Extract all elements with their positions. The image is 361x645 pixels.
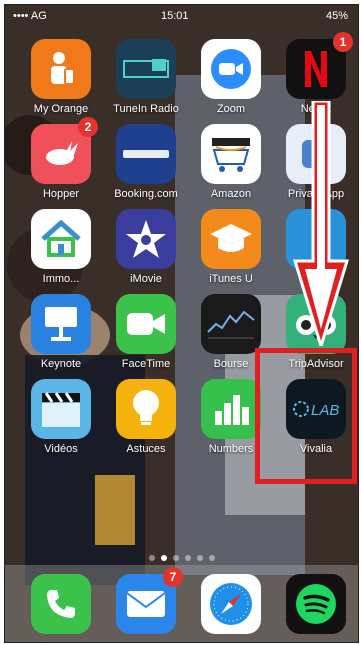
spotify-icon: [286, 574, 346, 634]
phone-screen: •••• AG 15:01 45% My Orange TuneIn Radio…: [4, 4, 359, 643]
amazon-cart-icon: [201, 124, 261, 184]
app-label: Astuces: [126, 443, 166, 455]
netflix-icon: 1: [286, 32, 353, 99]
lightbulb-icon: [116, 379, 176, 439]
imovie-star-icon: [116, 209, 176, 269]
safari-compass-icon: [201, 574, 261, 634]
dock-safari[interactable]: [190, 574, 272, 638]
page-dot: [172, 555, 179, 561]
app-label: Zoom: [216, 103, 246, 115]
phone-icon: [31, 574, 91, 634]
numbers-chart-icon: [201, 379, 261, 439]
facetime-icon: [116, 294, 176, 354]
annotation-arrow-icon: [292, 101, 350, 346]
app-label: iTunes U: [209, 273, 253, 285]
app-label: Amazon: [210, 188, 252, 200]
page-dot-active: [160, 555, 167, 561]
app-label: TuneIn Radio: [113, 103, 179, 115]
app-label: My Orange: [33, 103, 89, 115]
app-itunes-u[interactable]: iTunes U: [190, 209, 272, 301]
page-dot: [148, 555, 155, 561]
app-hopper[interactable]: 2 Hopper: [20, 117, 102, 216]
dock: 7: [5, 565, 358, 642]
app-keynote[interactable]: Keynote: [20, 294, 102, 386]
mail-icon: 7: [116, 567, 183, 634]
zoom-camera-icon: [201, 39, 261, 99]
app-immo[interactable]: Immo...: [20, 209, 102, 301]
dock-phone[interactable]: [20, 574, 102, 638]
app-booking[interactable]: Booking.com: [105, 124, 187, 216]
notification-badge: 1: [333, 32, 353, 52]
notification-badge: 2: [78, 117, 98, 137]
app-label: Hopper: [42, 188, 80, 200]
page-dot: [196, 555, 203, 561]
page-dot: [208, 555, 215, 561]
orange-person-icon: [31, 39, 91, 99]
annotation-highlight-box: [255, 348, 357, 484]
app-label: FaceTime: [121, 358, 171, 370]
dock-mail[interactable]: 7: [105, 567, 187, 638]
app-label: Immo...: [42, 273, 80, 285]
page-indicator[interactable]: [5, 548, 358, 566]
app-tunein[interactable]: TuneIn Radio: [105, 39, 187, 131]
app-facetime[interactable]: FaceTime: [105, 294, 187, 386]
graduation-cap-icon: [201, 209, 261, 269]
house-icon: [31, 209, 91, 269]
carrier-label: •••• AG: [13, 10, 47, 22]
app-astuces[interactable]: Astuces: [105, 379, 187, 471]
app-zoom[interactable]: Zoom: [190, 39, 272, 131]
app-label: iMovie: [130, 273, 162, 285]
clapperboard-icon: [31, 379, 91, 439]
app-label: Booking.com: [114, 188, 178, 200]
app-amazon[interactable]: Amazon: [190, 124, 272, 216]
app-label: Keynote: [40, 358, 82, 370]
booking-icon: [116, 124, 176, 184]
notification-badge: 7: [163, 567, 183, 587]
page-dot: [184, 555, 191, 561]
hopper-bunny-icon: 2: [31, 117, 98, 184]
app-label: Vidéos: [44, 443, 78, 455]
keynote-icon: [31, 294, 91, 354]
status-bar: •••• AG 15:01 45%: [5, 5, 358, 29]
clock-label: 15:01: [161, 10, 189, 22]
app-imovie[interactable]: iMovie: [105, 209, 187, 301]
battery-label: 45%: [325, 10, 348, 22]
dock-spotify[interactable]: [275, 574, 357, 638]
tunein-icon: [116, 39, 176, 99]
app-videos[interactable]: Vidéos: [20, 379, 102, 471]
stocks-icon: [201, 294, 261, 354]
